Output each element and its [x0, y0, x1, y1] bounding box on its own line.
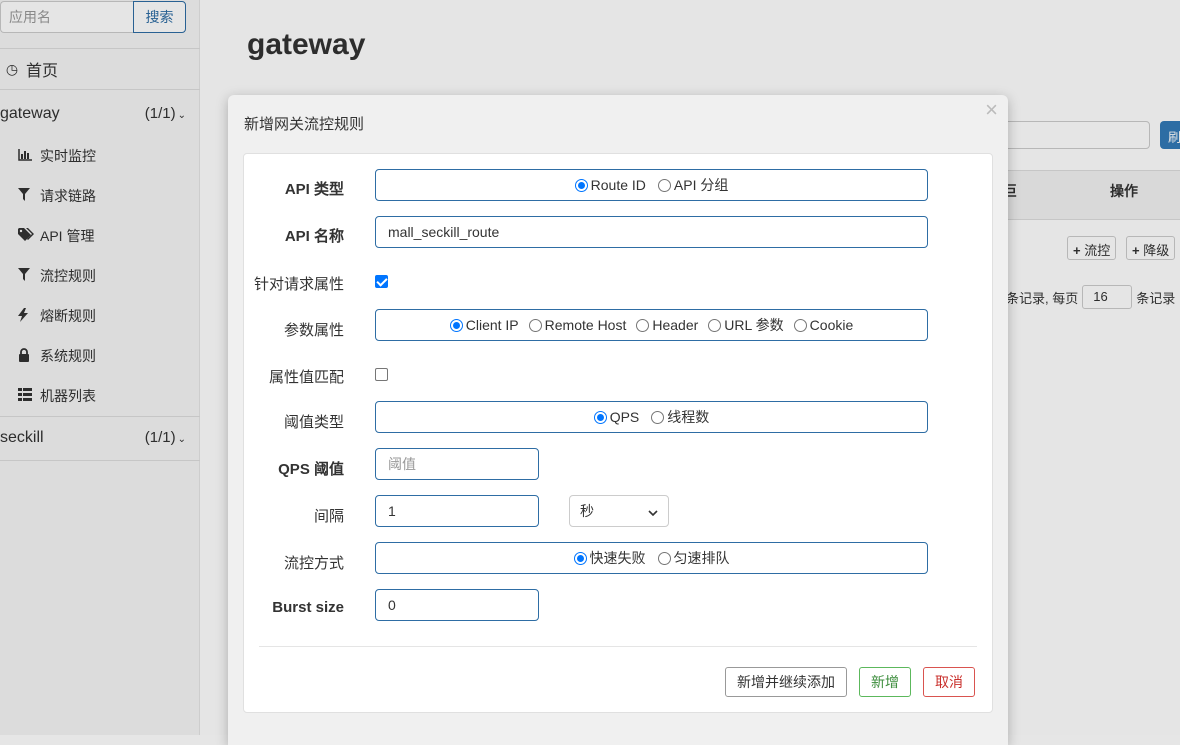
- param-client-ip-option[interactable]: Client IP: [449, 317, 519, 333]
- option-label: 线程数: [667, 409, 710, 425]
- option-label: URL 参数: [724, 317, 784, 333]
- attr-match-checkbox[interactable]: [375, 368, 388, 381]
- param-attr-label: 参数属性: [283, 322, 344, 339]
- rule-form: API 类型 Route ID API 分组 API 名称 针对请求属性 参数属…: [243, 153, 993, 713]
- add-button[interactable]: 新增: [859, 667, 911, 697]
- param-header-option[interactable]: Header: [636, 317, 698, 333]
- param-attr-radio-group: Client IP Remote Host Header URL 参数 Cook…: [375, 309, 928, 341]
- option-label: 快速失败: [589, 550, 646, 566]
- burst-size-label: Burst size: [272, 599, 344, 616]
- option-label: Remote Host: [544, 317, 627, 333]
- attr-match-label: 属性值匹配: [268, 369, 344, 386]
- radio-unchecked[interactable]: [657, 178, 671, 192]
- option-label: QPS: [609, 409, 640, 425]
- api-type-label: API 类型: [284, 181, 344, 198]
- option-label: Cookie: [809, 317, 854, 333]
- per-request-attr-checkbox[interactable]: [375, 275, 388, 288]
- radio-checked[interactable]: [449, 318, 463, 332]
- chevron-down-icon: [648, 503, 658, 519]
- threshold-qps-option[interactable]: QPS: [593, 409, 640, 425]
- param-cookie-option[interactable]: Cookie: [793, 317, 854, 333]
- radio-unchecked[interactable]: [657, 551, 671, 565]
- option-label: API 分组: [673, 177, 729, 193]
- interval-input[interactable]: [375, 495, 539, 527]
- dialog-title: 新增网关流控规则: [244, 116, 365, 133]
- radio-checked[interactable]: [574, 178, 588, 192]
- param-remote-host-option[interactable]: Remote Host: [528, 317, 627, 333]
- radio-unchecked[interactable]: [651, 410, 665, 424]
- add-and-continue-button[interactable]: 新增并继续添加: [725, 667, 847, 697]
- api-name-input[interactable]: [375, 216, 928, 248]
- burst-size-input[interactable]: [375, 589, 539, 621]
- threshold-type-radio-group: QPS 线程数: [375, 401, 928, 433]
- api-name-label: API 名称: [284, 228, 344, 245]
- interval-unit-select[interactable]: 秒: [569, 495, 669, 527]
- add-gateway-flow-rule-dialog: 新增网关流控规则 × API 类型 Route ID API 分组 API 名称…: [228, 95, 1008, 745]
- control-behavior-radio-group: 快速失败 匀速排队: [375, 542, 928, 574]
- interval-label: 间隔: [313, 508, 344, 525]
- radio-checked[interactable]: [593, 410, 607, 424]
- close-icon[interactable]: ×: [985, 99, 998, 121]
- radio-unchecked[interactable]: [793, 318, 807, 332]
- radio-unchecked[interactable]: [528, 318, 542, 332]
- param-url-param-option[interactable]: URL 参数: [708, 315, 784, 335]
- option-label: Client IP: [465, 317, 519, 333]
- option-label: 匀速排队: [673, 550, 730, 566]
- option-label: Header: [652, 317, 699, 333]
- divider: [259, 646, 977, 647]
- threshold-thread-count-option[interactable]: 线程数: [651, 407, 709, 427]
- cancel-button[interactable]: 取消: [923, 667, 975, 697]
- per-request-attr-label: 针对请求属性: [253, 276, 344, 293]
- select-value: 秒: [580, 503, 594, 519]
- qps-threshold-input[interactable]: [375, 448, 539, 480]
- option-label: Route ID: [590, 177, 646, 193]
- api-type-route-id-option[interactable]: Route ID: [574, 177, 646, 193]
- qps-threshold-label: QPS 阈值: [278, 461, 344, 478]
- api-type-api-group-option[interactable]: API 分组: [657, 175, 729, 195]
- threshold-type-label: 阈值类型: [283, 414, 344, 431]
- radio-checked[interactable]: [573, 551, 587, 565]
- api-type-radio-group: Route ID API 分组: [375, 169, 928, 201]
- radio-unchecked[interactable]: [636, 318, 650, 332]
- behavior-fast-fail-option[interactable]: 快速失败: [573, 548, 646, 568]
- behavior-rate-limiter-option[interactable]: 匀速排队: [657, 548, 730, 568]
- control-behavior-label: 流控方式: [283, 555, 344, 572]
- radio-unchecked[interactable]: [708, 318, 722, 332]
